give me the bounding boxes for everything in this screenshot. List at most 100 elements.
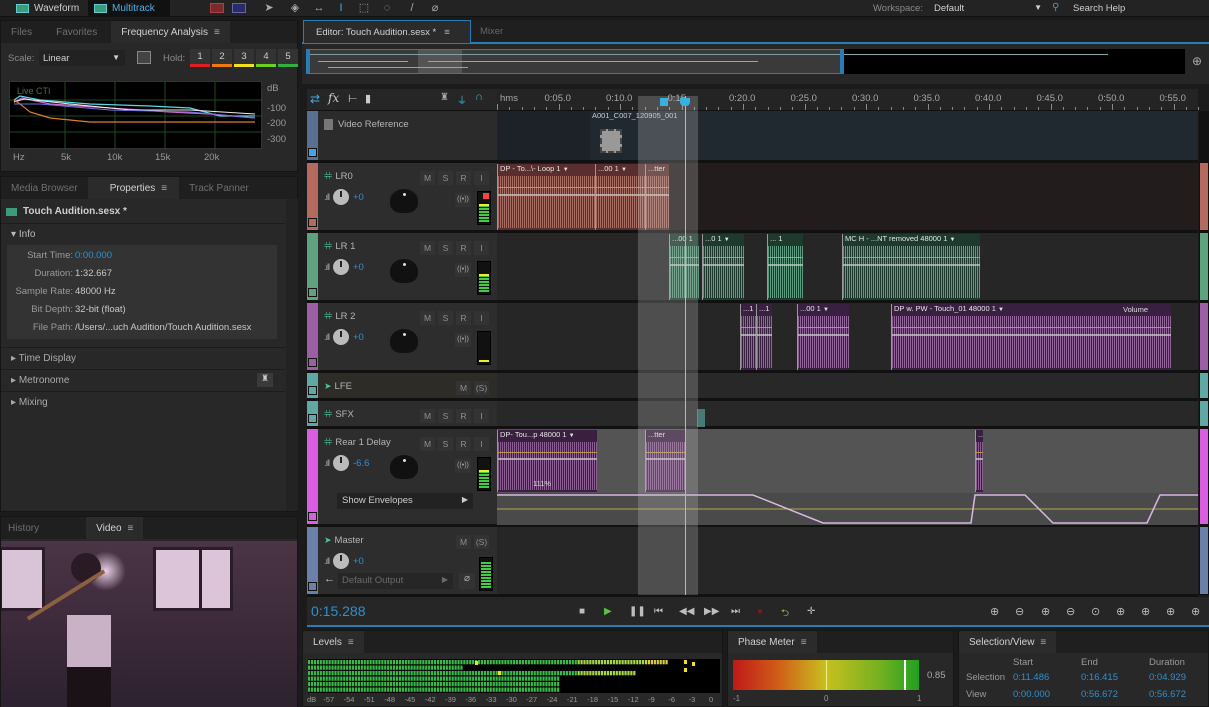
- time-selection-tool-icon[interactable]: I: [334, 2, 348, 15]
- track-select-box[interactable]: [308, 218, 317, 227]
- lasso-tool-icon[interactable]: ◌: [380, 2, 394, 15]
- tab-frequency-analysis[interactable]: Frequency Analysis ≡: [111, 21, 230, 43]
- workspace-dropdown[interactable]: Default ▼: [930, 0, 1046, 16]
- panel-menu-icon[interactable]: ≡: [214, 27, 220, 38]
- tab-history[interactable]: History: [1, 517, 46, 539]
- hold-button-4[interactable]: 4: [256, 49, 276, 67]
- metronome-icon[interactable]: ♜: [257, 373, 273, 387]
- track-r-button[interactable]: R: [456, 409, 471, 423]
- move-tool-icon[interactable]: ➤: [262, 2, 276, 15]
- track-scroll-indicator[interactable]: [1200, 527, 1208, 594]
- selection-start-field[interactable]: 0:11.486: [1013, 672, 1049, 683]
- panner-widget[interactable]: [390, 455, 418, 479]
- track-i-button[interactable]: I: [474, 311, 489, 325]
- track-scroll-indicator[interactable]: [1200, 429, 1208, 524]
- track-lane[interactable]: DP- Tou...p 48000 1 ▼...tter... 1111%: [497, 429, 1198, 527]
- track-r-button[interactable]: R: [456, 311, 471, 325]
- track-r-button[interactable]: R: [456, 171, 471, 185]
- volume-value[interactable]: +0: [353, 192, 364, 203]
- selection-start-marker[interactable]: [660, 98, 668, 106]
- tab-files[interactable]: Files: [1, 21, 42, 43]
- track-monitor-icon[interactable]: ((•)): [455, 333, 471, 347]
- sfx-clip[interactable]: [697, 409, 705, 427]
- track-select-box[interactable]: [308, 414, 317, 423]
- volume-value[interactable]: +0: [353, 262, 364, 273]
- audio-clip[interactable]: ...00 1 ▼: [797, 304, 849, 370]
- fast-forward-button[interactable]: ▶▶: [704, 606, 719, 617]
- track-name[interactable]: SFX: [335, 409, 353, 420]
- track-i-button[interactable]: I: [474, 409, 489, 423]
- audio-clip[interactable]: ...00 1 ▼: [595, 164, 645, 230]
- skip-selection-icon[interactable]: ✛: [807, 606, 815, 617]
- panner-widget[interactable]: [390, 259, 418, 283]
- track-name[interactable]: Master: [335, 535, 364, 546]
- track-m-button[interactable]: M: [420, 409, 435, 423]
- current-time-display[interactable]: 0:15.288: [311, 603, 366, 619]
- zoom-selection-in-icon[interactable]: ⊕: [1116, 605, 1125, 618]
- audio-clip[interactable]: ...1: [740, 304, 756, 370]
- tab-properties[interactable]: Properties ≡: [87, 177, 180, 199]
- zoom-in-amplitude-icon[interactable]: ⊕: [990, 605, 999, 618]
- audio-clip[interactable]: ... 1: [767, 234, 803, 300]
- track-select-box[interactable]: [308, 386, 317, 395]
- razor-tool-icon[interactable]: ◈: [288, 2, 302, 15]
- spectral-view-icon[interactable]: [210, 3, 224, 13]
- selection-duration-field[interactable]: 0:04.929: [1149, 672, 1186, 683]
- zoom-to-fit-icon[interactable]: ⊕: [1192, 54, 1202, 68]
- hold-button-1[interactable]: 1: [190, 49, 210, 67]
- track-i-button[interactable]: I: [474, 171, 489, 185]
- track-r-button[interactable]: R: [456, 241, 471, 255]
- zoom-out-full-icon[interactable]: ⊙: [1091, 605, 1100, 618]
- track-m-button[interactable]: M: [420, 241, 435, 255]
- mixing-section[interactable]: ▸ Mixing: [11, 397, 48, 408]
- track-lane[interactable]: [497, 373, 1198, 401]
- info-value[interactable]: 0:00.000: [75, 250, 112, 261]
- track-select-box[interactable]: [308, 582, 317, 591]
- rewind-button[interactable]: ◀◀: [679, 606, 694, 617]
- tab-track-panner[interactable]: Track Panner: [179, 177, 259, 199]
- panel-menu-icon[interactable]: ≡: [128, 523, 134, 534]
- panner-widget[interactable]: [390, 189, 418, 213]
- volume-knob[interactable]: [333, 553, 349, 569]
- track-lane[interactable]: ...00 1 ...0 1 ▼ ... 1 MC H - ...NT removed…: [497, 233, 1198, 303]
- sends-icon[interactable]: ⊢: [348, 92, 358, 105]
- track-name[interactable]: LR 1: [335, 241, 355, 252]
- volume-value[interactable]: +0: [353, 556, 364, 567]
- mute-output-icon[interactable]: ⌀: [459, 573, 475, 589]
- track-s-button[interactable]: S: [438, 241, 453, 255]
- move-to-previous-button[interactable]: ⏮: [654, 606, 663, 617]
- track-name[interactable]: LFE: [335, 381, 352, 392]
- view-end-field[interactable]: 0:56.672: [1081, 689, 1118, 700]
- zoom-selection-out-icon[interactable]: ⊕: [1141, 605, 1150, 618]
- track-lane[interactable]: DP - To...\- Loop 1 ▼ ...00 1 ▼ ...tter: [497, 163, 1198, 233]
- volume-value[interactable]: +0: [353, 332, 364, 343]
- properties-scrollbar[interactable]: [286, 199, 298, 511]
- play-button[interactable]: ▶: [604, 606, 612, 617]
- video-clip[interactable]: A001_C007_120905_001: [590, 111, 1198, 160]
- latch-icon[interactable]: ⏚: [457, 92, 467, 107]
- marquee-tool-icon[interactable]: ⬚: [357, 2, 371, 15]
- track-name[interactable]: LR 2: [335, 311, 355, 322]
- pitch-view-icon[interactable]: [232, 3, 246, 13]
- track-lane[interactable]: [497, 527, 1198, 597]
- track-lane[interactable]: [497, 401, 1198, 429]
- track-scroll-indicator[interactable]: [1200, 373, 1208, 398]
- view-duration-field[interactable]: 0:56.672: [1149, 689, 1186, 700]
- view-start-field[interactable]: 0:00.000: [1013, 689, 1050, 700]
- audio-clip[interactable]: ...tter: [645, 430, 685, 492]
- info-section-toggle[interactable]: ▾ Info: [11, 229, 36, 240]
- inputs-outputs-icon[interactable]: ⇄: [310, 92, 320, 106]
- tab-video[interactable]: Video ≡: [86, 517, 144, 539]
- stop-button[interactable]: ■: [579, 606, 585, 617]
- track-monitor-icon[interactable]: ((•)): [455, 263, 471, 277]
- tab-media-browser[interactable]: Media Browser: [1, 177, 88, 199]
- track-scroll-indicator[interactable]: [1200, 401, 1208, 426]
- track-name[interactable]: LR0: [335, 171, 352, 182]
- zoom-all-tracks-icon[interactable]: ⊕: [1191, 605, 1200, 618]
- selection-end-field[interactable]: 0:16.415: [1081, 672, 1118, 683]
- zoom-out-amplitude-icon[interactable]: ⊖: [1015, 605, 1024, 618]
- monitor-icon[interactable]: ∩: [475, 91, 483, 103]
- track-monitor-icon[interactable]: ((•)): [455, 193, 471, 207]
- track-s-button[interactable]: S: [438, 437, 453, 451]
- track-s-button[interactable]: S: [438, 311, 453, 325]
